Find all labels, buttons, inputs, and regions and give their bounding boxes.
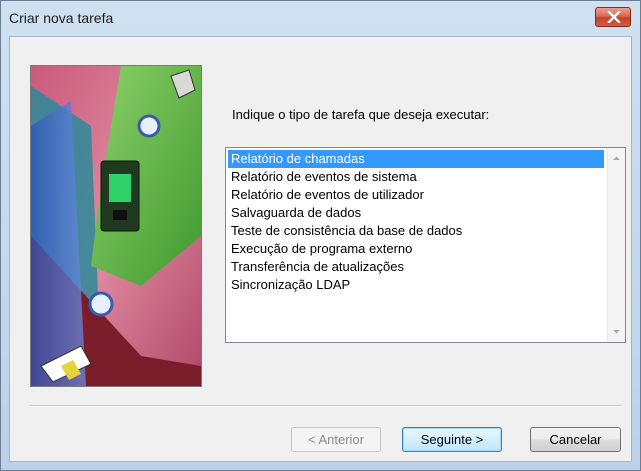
title-bar[interactable]: Criar nova tarefa [1,1,640,35]
list-item[interactable]: Salvaguarda de dados [228,204,604,222]
list-item[interactable]: Teste de consistência da base de dados [228,222,604,240]
scroll-up-arrow-icon[interactable] [612,154,621,163]
close-icon [607,11,621,23]
list-item[interactable]: Sincronização LDAP [228,276,604,294]
scroll-down-arrow-icon[interactable] [612,327,621,336]
list-item[interactable]: Relatório de eventos de utilizador [228,186,604,204]
wizard-illustration [30,65,202,387]
window-title: Criar nova tarefa [9,10,114,26]
vertical-scrollbar[interactable] [607,148,625,342]
task-type-listbox[interactable]: Relatório de chamadas Relatório de event… [225,147,626,343]
list-item[interactable]: Transferência de atualizações [228,258,604,276]
dialog-window: Criar nova tarefa Indique o tipo de tare… [0,0,641,471]
cancel-button[interactable]: Cancelar [530,427,621,452]
task-type-list: Relatório de chamadas Relatório de event… [228,150,604,294]
next-button[interactable]: Seguinte > [402,427,502,452]
list-item[interactable]: Relatório de chamadas [228,150,604,168]
dialog-body: Indique o tipo de tarefa que deseja exec… [9,36,632,462]
back-button[interactable]: < Anterior [291,427,381,452]
list-item[interactable]: Relatório de eventos de sistema [228,168,604,186]
list-item[interactable]: Execução de programa externo [228,240,604,258]
close-button[interactable] [595,7,631,27]
separator [30,405,622,407]
task-type-prompt: Indique o tipo de tarefa que deseja exec… [232,107,490,122]
